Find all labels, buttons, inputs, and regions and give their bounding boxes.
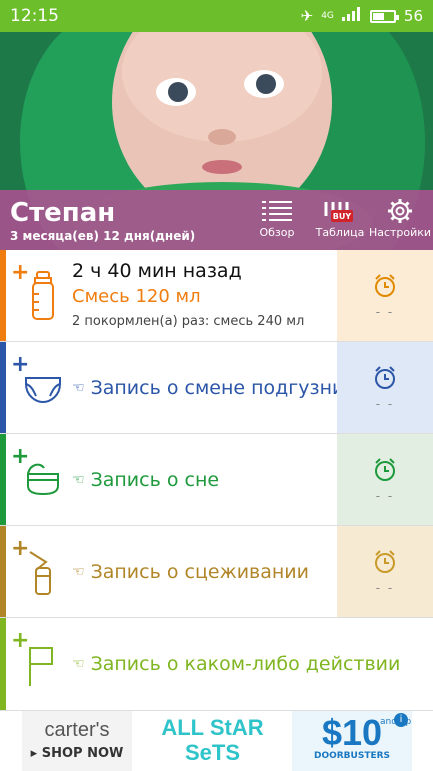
header-bar: Степан 3 месяца(ев) 12 дня(дней) Обзор B…	[0, 190, 433, 250]
pumping-alarm-button[interactable]: - -	[337, 526, 433, 617]
diaper-label: ☜ Запись о смене подгузника	[72, 342, 368, 434]
ad-headline: ALL StAR SeTS	[150, 715, 275, 765]
feeding-summary: 2 покормлен(а) раз: смесь 240 мл	[72, 314, 305, 329]
signal-icon	[341, 7, 362, 25]
pointing-hand-icon: ☜	[72, 564, 85, 580]
alarm-clock-icon	[375, 273, 395, 297]
feeding-alarm-value: - -	[375, 304, 395, 319]
last-feeding-amount: Смесь 120 мл	[72, 286, 201, 307]
ad-line2: SeTS	[184, 740, 241, 765]
pumping-stripe	[0, 526, 6, 617]
overview-label: Обзор	[259, 226, 295, 239]
pumping-row[interactable]: + ☜ Запись о сцеживании - -	[0, 526, 433, 618]
pointing-hand-icon: ☜	[72, 472, 85, 488]
overview-button[interactable]: Обзор	[245, 198, 309, 239]
diaper-icon	[25, 377, 61, 404]
feeding-alarm-button[interactable]: - -	[337, 250, 433, 341]
diaper-row[interactable]: + ☜ Запись о смене подгузника - -	[0, 342, 433, 434]
diaper-alarm-value: - -	[375, 396, 395, 411]
battery-icon	[369, 9, 399, 23]
overview-icon	[262, 201, 292, 221]
pumping-label-text: Запись о сцеживании	[90, 561, 309, 583]
ad-brand: carter's	[44, 719, 110, 741]
mute-icon: ✈︎	[300, 7, 314, 25]
sleep-stripe	[0, 434, 6, 525]
status-time: 12:15	[10, 6, 59, 26]
last-feeding-time: 2 ч 40 мин назад	[72, 260, 242, 282]
table-label: Таблица	[315, 226, 365, 239]
ad-shop-now: ▸ SHOP NOW	[30, 746, 124, 761]
diaper-stripe	[0, 342, 6, 433]
activity-label-text: Запись о каком-либо действии	[90, 653, 401, 675]
status-bar: 12:15 ✈︎ 4G 56	[0, 0, 433, 32]
network-label: 4G	[321, 11, 334, 21]
sleep-label-text: Запись о сне	[90, 469, 220, 491]
settings-label: Настройки	[368, 226, 432, 239]
pumping-alarm-value: - -	[375, 580, 395, 595]
pumping-label: ☜ Запись о сцеживании	[72, 526, 309, 618]
child-name: Степан	[10, 198, 116, 228]
battery-percent: 56	[403, 7, 423, 25]
activity-row[interactable]: + ☜ Запись о каком-либо действии	[0, 618, 433, 710]
flag-icon	[29, 647, 53, 686]
buy-badge: BUY	[333, 212, 352, 221]
ad-retailer: DOORBUSTERS	[313, 751, 391, 761]
crib-icon	[27, 463, 59, 496]
sleep-row[interactable]: + ☜ Запись о сне - -	[0, 434, 433, 526]
diaper-alarm-button[interactable]: - -	[337, 342, 433, 433]
settings-button[interactable]: Настройки	[368, 198, 432, 239]
sleep-alarm-value: - -	[375, 488, 395, 503]
pointing-hand-icon: ☜	[72, 380, 85, 396]
table-button[interactable]: BUY Таблица	[308, 198, 372, 239]
chart-icon: BUY	[324, 202, 353, 222]
breast-pump-icon	[29, 551, 51, 595]
child-header[interactable]: Степан 3 месяца(ев) 12 дня(дней) Обзор B…	[0, 32, 433, 250]
alarm-clock-icon	[375, 457, 395, 481]
activity-stripe	[0, 618, 6, 710]
ad-info-icon[interactable]: i	[394, 713, 408, 727]
bottle-icon	[32, 271, 54, 320]
ad-price-block: $10 and up DOORBUSTERS i	[292, 711, 412, 771]
ad-shop-now-text: SHOP NOW	[41, 746, 124, 761]
alarm-clock-icon	[375, 365, 395, 389]
feeding-row[interactable]: + 2 ч 40 мин назад Смесь 120 мл 2 покорм…	[0, 250, 433, 342]
child-age: 3 месяца(ев) 12 дня(дней)	[10, 229, 196, 243]
activity-label: ☜ Запись о каком-либо действии	[72, 618, 400, 710]
ad-brand-block: carter's ▸ SHOP NOW	[22, 711, 132, 771]
diaper-label-text: Запись о смене подгузника	[90, 377, 368, 399]
sleep-alarm-button[interactable]: - -	[337, 434, 433, 525]
alarm-clock-icon	[375, 549, 395, 573]
sleep-label: ☜ Запись о сне	[72, 434, 219, 526]
ad-banner[interactable]: carter's ▸ SHOP NOW ALL StAR SeTS $10 an…	[0, 710, 433, 771]
activity-list: + 2 ч 40 мин назад Смесь 120 мл 2 покорм…	[0, 250, 433, 710]
ad-line1: ALL StAR	[161, 715, 264, 740]
feeding-stripe	[0, 250, 6, 341]
pointing-hand-icon: ☜	[72, 656, 85, 672]
gear-icon	[388, 199, 412, 223]
